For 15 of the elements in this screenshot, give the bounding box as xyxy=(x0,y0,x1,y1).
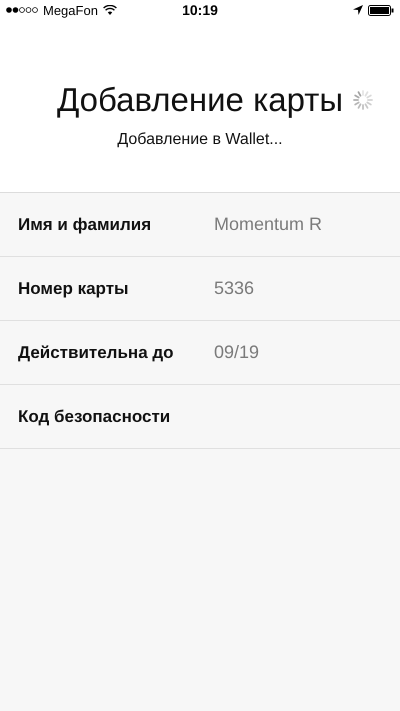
field-label: Номер карты xyxy=(18,278,130,298)
page-title: Добавление карты xyxy=(56,81,344,119)
field-label: Имя и фамилия xyxy=(18,214,152,234)
field-value[interactable]: 09/19 xyxy=(214,342,260,363)
status-time: 10:19 xyxy=(182,2,218,18)
field-label: Действительна до xyxy=(18,342,175,362)
wifi-icon xyxy=(102,5,117,15)
signal-icon xyxy=(6,6,38,14)
location-arrow-icon xyxy=(353,5,363,15)
battery-icon xyxy=(368,4,394,16)
carrier-name: MegaFon xyxy=(43,2,98,18)
field-value[interactable]: 5336 xyxy=(214,278,254,299)
field-value[interactable]: Momentum R xyxy=(214,214,322,235)
field-label: Код безопасности xyxy=(18,406,172,426)
page-subtitle: Добавление в Wallet... xyxy=(117,131,283,149)
